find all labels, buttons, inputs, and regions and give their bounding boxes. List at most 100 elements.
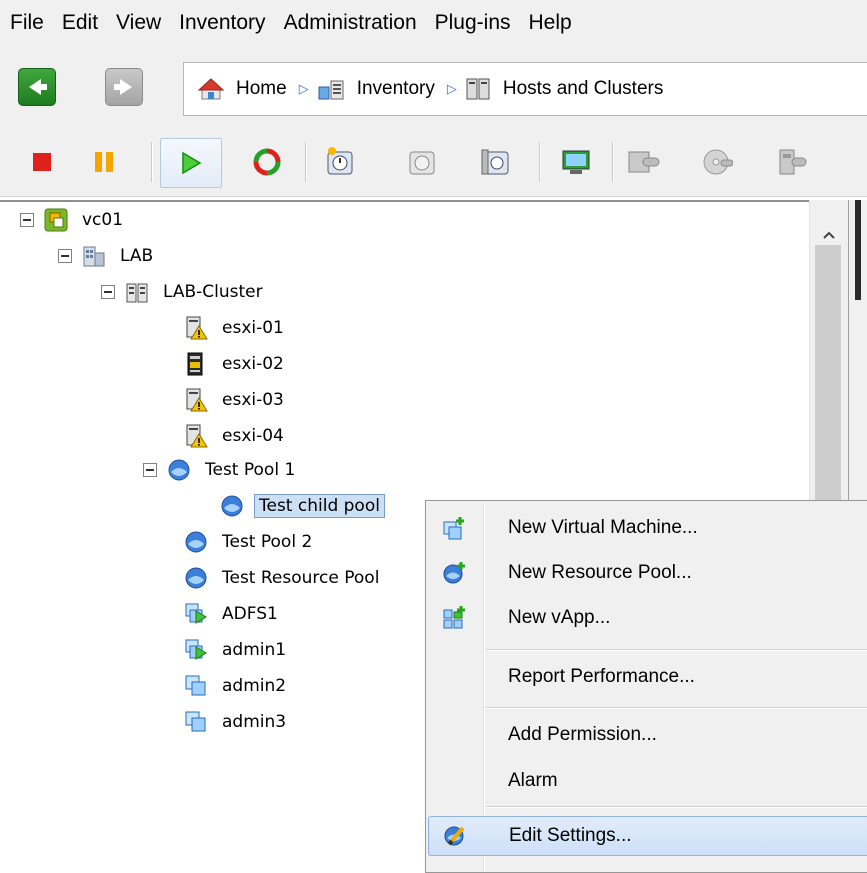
menu-separator (486, 707, 867, 709)
menu-plugins[interactable]: Plug-ins (426, 0, 520, 46)
menu-item-new-resource-pool[interactable]: New Resource Pool... (428, 554, 867, 592)
host-warning-icon (186, 316, 208, 340)
menu-view[interactable]: View (107, 0, 170, 46)
tree-node-resource-pool[interactable]: Test Resource Pool (184, 563, 383, 593)
menu-help[interactable]: Help (520, 0, 581, 46)
menu-item-label: Report Performance... (508, 666, 695, 687)
breadcrumb-hosts-clusters[interactable]: Hosts and Clusters (465, 77, 664, 101)
menu-inventory[interactable]: Inventory (170, 0, 274, 46)
tree-node-vcenter[interactable]: vc01 (20, 205, 127, 235)
resource-pool-icon (168, 459, 190, 481)
usb-button[interactable] (770, 140, 814, 184)
chevron-right-icon[interactable]: ▷ (299, 81, 309, 97)
inventory-icon (318, 80, 344, 100)
breadcrumb-inventory[interactable]: Inventory (317, 77, 435, 101)
collapse-icon[interactable] (20, 213, 34, 227)
home-icon (198, 78, 224, 100)
vm-powered-on-icon (185, 603, 207, 624)
host-maintenance-icon (187, 352, 203, 376)
stop-icon (33, 153, 51, 171)
breadcrumb-hosts-clusters-label: Hosts and Clusters (502, 78, 664, 99)
tree-node-host[interactable]: esxi-03 (184, 385, 288, 415)
tree-node-vm[interactable]: admin1 (184, 635, 290, 665)
menu-item-label: New Virtual Machine... (508, 517, 698, 538)
tree-node-child-pool-selected[interactable]: Test child pool (220, 491, 385, 521)
snapshot-icon (327, 147, 353, 175)
tree-label: admin2 (222, 676, 287, 696)
tree-label: esxi-04 (222, 426, 284, 446)
arrow-right-icon (114, 79, 132, 95)
usb-icon (779, 149, 807, 175)
collapse-icon[interactable] (143, 463, 157, 477)
tree-node-host[interactable]: esxi-04 (184, 421, 288, 451)
new-vapp-icon (443, 606, 465, 629)
tree-label: esxi-01 (222, 318, 284, 338)
tree-node-vm[interactable]: admin3 (184, 707, 290, 737)
menu-separator (486, 649, 867, 651)
menu-administration[interactable]: Administration (275, 0, 426, 46)
toolbar-divider (612, 142, 614, 182)
take-snapshot-button[interactable] (318, 140, 362, 184)
tree-label: admin1 (222, 640, 287, 660)
new-vm-icon (443, 517, 464, 540)
toolbar-divider (305, 142, 307, 182)
hosts-clusters-icon (466, 78, 490, 100)
chevron-right-icon[interactable]: ▷ (447, 81, 457, 97)
breadcrumb-home[interactable]: Home (198, 77, 287, 101)
menu-file[interactable]: File (0, 0, 53, 46)
tree-node-host[interactable]: esxi-02 (184, 349, 288, 379)
forward-button[interactable] (105, 68, 143, 106)
action-toolbar (0, 128, 867, 197)
pause-icon (95, 152, 113, 172)
tree-label: esxi-02 (222, 354, 284, 374)
arrow-left-icon (29, 79, 47, 95)
power-off-button[interactable] (20, 140, 64, 184)
refresh-icon (253, 148, 281, 176)
tree-node-resource-pool[interactable]: Test Pool 1 (143, 455, 299, 485)
tree-node-cluster[interactable]: LAB-Cluster (101, 277, 267, 307)
tree-label: Test Pool 1 (205, 460, 296, 480)
suspend-button[interactable] (82, 140, 126, 184)
revert-snapshot-button[interactable] (400, 140, 444, 184)
reset-button[interactable] (245, 140, 289, 184)
tree-node-vm[interactable]: admin2 (184, 671, 290, 701)
tree-label-selected: Test child pool (254, 494, 385, 518)
menu-item-new-vapp[interactable]: New vApp... (428, 599, 867, 637)
tree-label: LAB (120, 246, 154, 266)
menu-item-label: Add Permission... (508, 724, 657, 745)
tree-node-datacenter[interactable]: LAB (58, 241, 157, 271)
datacenter-icon (83, 246, 105, 267)
snapshot-manager-button[interactable] (474, 140, 518, 184)
menu-item-report-performance[interactable]: Report Performance... (428, 658, 867, 696)
collapse-icon[interactable] (101, 285, 115, 299)
breadcrumb-inventory-label: Inventory (356, 78, 435, 99)
breadcrumb: Home ▷ Inventory ▷ Hosts and Clusters (183, 62, 867, 116)
tree-node-host[interactable]: esxi-01 (184, 313, 288, 343)
tree-label: Test Resource Pool (222, 568, 380, 588)
cd-dvd-button[interactable] (695, 140, 739, 184)
menu-item-edit-settings[interactable]: Edit Settings... (428, 816, 867, 856)
menu-item-label: New vApp... (508, 607, 611, 628)
collapse-icon[interactable] (58, 249, 72, 263)
vm-powered-on-icon (185, 639, 207, 660)
tree-label: Test Pool 2 (222, 532, 313, 552)
edit-settings-toolbar-button[interactable] (622, 140, 666, 184)
vcenter-icon (44, 208, 68, 232)
menu-bar: File Edit View Inventory Administration … (0, 0, 867, 46)
new-resource-pool-icon (443, 562, 465, 584)
tree-node-vm[interactable]: ADFS1 (184, 599, 282, 629)
play-icon (182, 151, 202, 175)
navigation-bar: Home ▷ Inventory ▷ Hosts and Clusters (0, 46, 867, 128)
back-button[interactable] (18, 68, 56, 106)
power-on-button[interactable] (160, 138, 222, 188)
menu-item-alarm[interactable]: Alarm (428, 762, 867, 800)
menu-item-new-virtual-machine[interactable]: New Virtual Machine... (428, 509, 867, 547)
tree-node-resource-pool[interactable]: Test Pool 2 (184, 527, 316, 557)
menu-edit[interactable]: Edit (53, 0, 107, 46)
settings-icon (628, 151, 660, 173)
cluster-icon (126, 283, 148, 303)
resource-pool-icon (185, 567, 207, 589)
console-button[interactable] (554, 140, 598, 184)
menu-item-add-permission[interactable]: Add Permission... (428, 716, 867, 754)
vm-icon (185, 675, 206, 696)
